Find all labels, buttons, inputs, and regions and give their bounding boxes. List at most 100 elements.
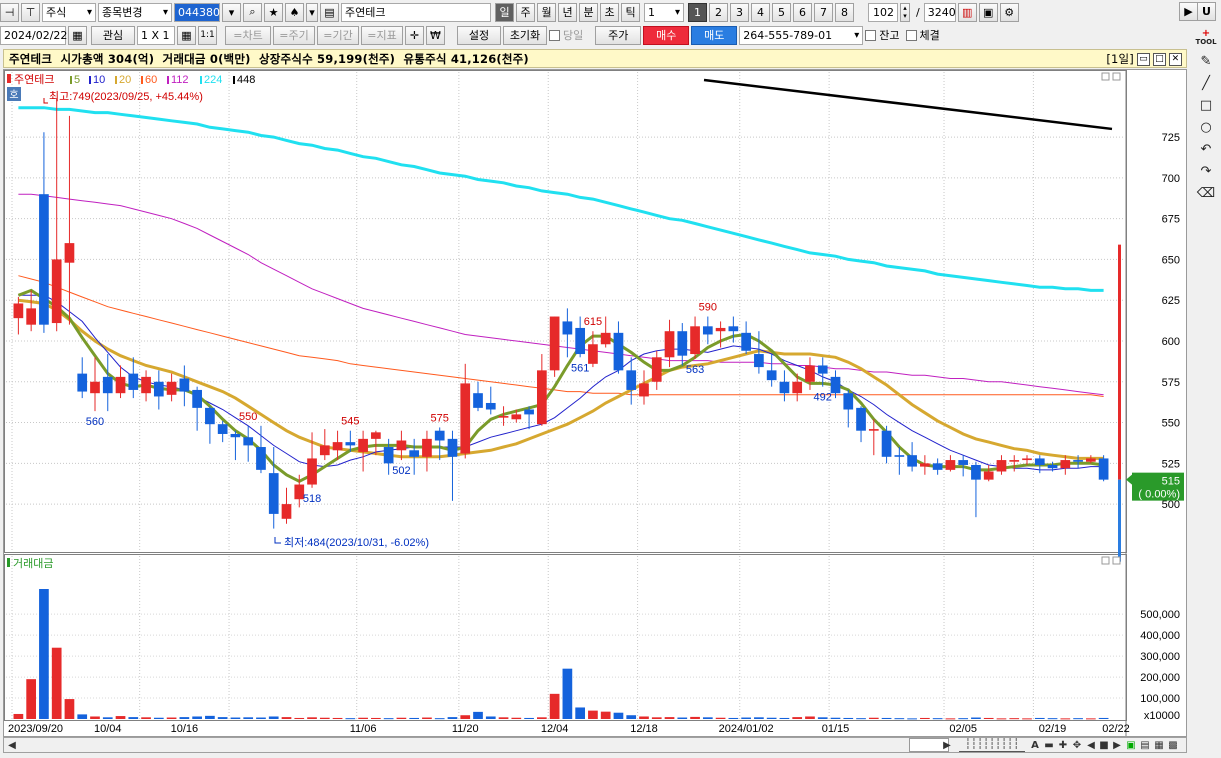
grid-select[interactable]: 1 X 1	[137, 25, 175, 45]
volume-bar	[549, 693, 560, 719]
layout-button-1[interactable]: 1	[688, 2, 707, 22]
pin-left-button[interactable]: ⊣	[0, 2, 19, 22]
volume-bar	[651, 717, 662, 719]
sell-button[interactable]: 매도	[691, 25, 738, 45]
market-select[interactable]: 주식	[42, 2, 96, 22]
favorite-dropdown-button[interactable]: ▾	[306, 2, 318, 22]
excel-icon[interactable]: ▣	[1125, 738, 1137, 752]
layout-button-2[interactable]: 2	[709, 2, 728, 22]
user-button[interactable]: U	[1197, 2, 1216, 21]
layout-button-6[interactable]: 6	[793, 2, 812, 22]
bottom-scrollbar[interactable]: ◀ ▶ ┆┆┆┆┆┆┆┆┆ A ▬ ✚ ✥ ◀ ■ ▶ ▣ ▤ ▦ ▩	[3, 737, 1187, 753]
collapse-right-button[interactable]: ▶	[1179, 2, 1198, 21]
code-dropdown-button[interactable]: ▾	[222, 2, 241, 22]
period-tab-2[interactable]: 월	[537, 2, 556, 22]
zoom-out-icon[interactable]: ▬	[1043, 738, 1055, 752]
period-tab-4[interactable]: 분	[579, 2, 598, 22]
redo-icon[interactable]: ↷	[1196, 162, 1216, 180]
crosshair-icon[interactable]: ✛	[405, 25, 424, 45]
candle-body	[102, 376, 113, 394]
settings-small-icon[interactable]: ▩	[1167, 738, 1179, 752]
buy-button[interactable]: 매수	[643, 25, 690, 45]
candle-type-icon[interactable]: ▥	[957, 2, 977, 22]
chart-panel[interactable]: 725 700 675 650 625 600 575 550 525 500 560 550 518 5…	[3, 69, 1187, 737]
price-chart[interactable]: 725700675650625600575550525500560 5505185…	[4, 70, 1186, 736]
period-tab-0[interactable]: 일	[495, 2, 514, 22]
circle-icon[interactable]: ○	[1196, 118, 1216, 136]
stop-icon[interactable]: ■	[1098, 738, 1110, 752]
scroll-left-icon[interactable]: ◀	[6, 738, 18, 752]
candle-body	[1073, 460, 1083, 462]
won-button[interactable]: ₩	[426, 25, 445, 45]
zoom-in-icon[interactable]: ✚	[1057, 738, 1069, 752]
range-button[interactable]: =기간	[317, 25, 359, 45]
one-one-button[interactable]: 1:1	[198, 25, 217, 45]
layout-button-8[interactable]: 8	[835, 2, 854, 22]
cycle-button[interactable]: =주기	[273, 25, 315, 45]
calendar-icon[interactable]: ▦	[68, 25, 87, 45]
candle-body	[945, 460, 956, 470]
volume-label: 거래대금	[13, 557, 53, 570]
candle-body	[983, 471, 994, 480]
favorite-group-icon[interactable]: ♠	[285, 2, 304, 22]
period-count-select[interactable]: 1	[644, 2, 684, 22]
candle-body	[409, 450, 420, 457]
layout-button-5[interactable]: 5	[772, 2, 791, 22]
peak-label: 563	[686, 364, 704, 376]
stock-list-icon[interactable]: ▤	[320, 2, 339, 22]
layout-button-7[interactable]: 7	[814, 2, 833, 22]
zoom-slider[interactable]: ┆┆┆┆┆┆┆┆┆	[959, 738, 1025, 752]
watch-button[interactable]: 관심	[91, 25, 135, 45]
rectangle-icon[interactable]: □	[1196, 96, 1216, 114]
restore-icon[interactable]: ▭	[1137, 52, 1150, 66]
candle-body	[715, 327, 726, 332]
count-spinner[interactable]: ▴ ▾	[900, 2, 910, 22]
display-count-input[interactable]: 102	[868, 2, 898, 22]
play-icon[interactable]: ▶	[1111, 738, 1123, 752]
layout-button-3[interactable]: 3	[730, 2, 749, 22]
stock-code-input[interactable]: 044380	[174, 2, 220, 22]
search-icon[interactable]: ⌕	[243, 2, 262, 22]
pencil-icon[interactable]: ✎	[1196, 52, 1216, 70]
star-icon[interactable]: ★	[264, 2, 283, 22]
code-change-select[interactable]: 종목변경	[98, 2, 172, 22]
undo-icon[interactable]: ↶	[1196, 140, 1216, 158]
filled-checkbox[interactable]: 체결	[905, 27, 940, 43]
reset-button[interactable]: 초기화	[503, 25, 547, 45]
prev-icon[interactable]: ◀	[1085, 738, 1097, 752]
price-button[interactable]: 주가	[595, 25, 642, 45]
grid-table-icon[interactable]: ▦	[177, 25, 196, 45]
candle-body	[1009, 460, 1020, 462]
print-icon[interactable]: ▦	[1153, 738, 1165, 752]
diagonal-line-icon[interactable]: ╱	[1196, 74, 1216, 92]
chart-button[interactable]: =차트	[225, 25, 271, 45]
scroll-right-icon[interactable]: ▶	[941, 738, 953, 752]
gear-icon[interactable]: ⚙	[999, 2, 1019, 22]
balance-checkbox[interactable]: 잔고	[865, 27, 900, 43]
stock-name-field[interactable]: 주연테크	[341, 2, 491, 22]
volume-bar	[536, 717, 547, 719]
text-size-icon[interactable]: A	[1029, 738, 1041, 752]
layout-button-4[interactable]: 4	[751, 2, 770, 22]
period-tab-6[interactable]: 틱	[621, 2, 640, 22]
period-tab-1[interactable]: 주	[516, 2, 535, 22]
settings-button[interactable]: 설정	[457, 25, 501, 45]
volume-bar	[166, 717, 177, 719]
period-tab-5[interactable]: 초	[600, 2, 619, 22]
period-tab-3[interactable]: 년	[558, 2, 577, 22]
close-icon[interactable]: ✕	[1169, 52, 1182, 66]
price-pane-frame	[4, 70, 1127, 553]
today-checkbox[interactable]: 당일	[549, 27, 583, 43]
top-button[interactable]: ⊤	[21, 2, 40, 22]
maximize-icon[interactable]: □	[1153, 52, 1166, 66]
volume-bar	[1009, 718, 1020, 720]
candle-body	[473, 393, 483, 408]
account-select[interactable]: 264-555-789-01	[739, 25, 864, 45]
save-icon[interactable]: ▣	[978, 2, 998, 22]
indicator-button[interactable]: =지표	[361, 25, 403, 45]
candle-body	[932, 463, 943, 470]
save-image-icon[interactable]: ▤	[1139, 738, 1151, 752]
date-input[interactable]: 2024/02/22	[0, 25, 67, 45]
move-icon[interactable]: ✥	[1071, 738, 1083, 752]
eraser-icon[interactable]: ⌫	[1196, 184, 1216, 202]
